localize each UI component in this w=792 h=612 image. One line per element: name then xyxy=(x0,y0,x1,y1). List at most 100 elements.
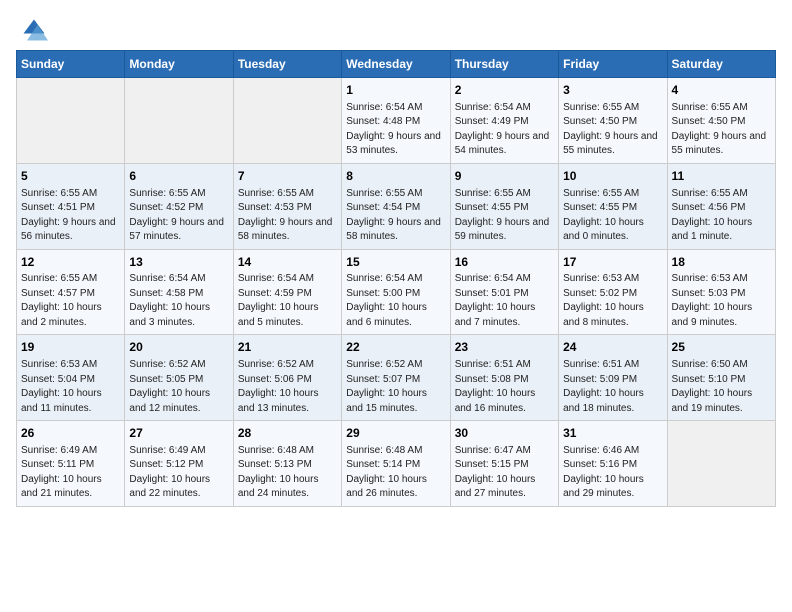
day-number: 22 xyxy=(346,339,445,356)
day-number: 24 xyxy=(563,339,662,356)
cell-content: Sunrise: 6:48 AM Sunset: 5:13 PM Dayligh… xyxy=(238,444,337,502)
cell-content: Sunrise: 6:48 AM Sunset: 5:14 PM Dayligh… xyxy=(346,444,445,502)
cell-content: Sunrise: 6:53 AM Sunset: 5:03 PM Dayligh… xyxy=(672,272,771,330)
cell-content: Sunrise: 6:49 AM Sunset: 5:12 PM Dayligh… xyxy=(129,444,228,502)
calendar-cell: 29 Sunrise: 6:48 AM Sunset: 5:14 PM Dayli… xyxy=(342,421,450,507)
page-header xyxy=(16,16,776,38)
cell-content: Sunrise: 6:54 AM Sunset: 4:48 PM Dayligh… xyxy=(346,101,445,159)
day-of-week-header: Wednesday xyxy=(342,51,450,78)
calendar-cell: 19 Sunrise: 6:53 AM Sunset: 5:04 PM Dayli… xyxy=(17,335,125,421)
calendar-cell: 3 Sunrise: 6:55 AM Sunset: 4:50 PM Daylig… xyxy=(559,78,667,164)
day-number: 17 xyxy=(563,254,662,271)
day-number: 25 xyxy=(672,339,771,356)
calendar-cell: 17Sunrise: 6:53 AM Sunset: 5:02 PM Dayli… xyxy=(559,249,667,335)
calendar-cell: 27Sunrise: 6:49 AM Sunset: 5:12 PM Dayli… xyxy=(125,421,233,507)
calendar-cell: 13Sunrise: 6:54 AM Sunset: 4:58 PM Dayli… xyxy=(125,249,233,335)
day-number: 4 xyxy=(672,82,771,99)
cell-content: Sunrise: 6:54 AM Sunset: 5:01 PM Dayligh… xyxy=(455,272,554,330)
cell-content: Sunrise: 6:47 AM Sunset: 5:15 PM Dayligh… xyxy=(455,444,554,502)
day-number: 21 xyxy=(238,339,337,356)
calendar-cell: 21 Sunrise: 6:52 AM Sunset: 5:06 PM Dayli… xyxy=(233,335,341,421)
day-number: 20 xyxy=(129,339,228,356)
calendar-cell: 11 Sunrise: 6:55 AM Sunset: 4:56 PM Dayli… xyxy=(667,163,775,249)
cell-content: Sunrise: 6:55 AM Sunset: 4:57 PM Dayligh… xyxy=(21,272,120,330)
day-number: 7 xyxy=(238,168,337,185)
cell-content: Sunrise: 6:55 AM Sunset: 4:56 PM Dayligh… xyxy=(672,187,771,245)
day-number: 5 xyxy=(21,168,120,185)
cell-content: Sunrise: 6:53 AM Sunset: 5:02 PM Dayligh… xyxy=(563,272,662,330)
cell-content: Sunrise: 6:46 AM Sunset: 5:16 PM Dayligh… xyxy=(563,444,662,502)
calendar-cell: 12Sunrise: 6:55 AM Sunset: 4:57 PM Dayli… xyxy=(17,249,125,335)
calendar-cell: 1 Sunrise: 6:54 AM Sunset: 4:48 PM Daylig… xyxy=(342,78,450,164)
day-number: 15 xyxy=(346,254,445,271)
calendar-cell: 28 Sunrise: 6:48 AM Sunset: 5:13 PM Dayli… xyxy=(233,421,341,507)
calendar-cell: 20Sunrise: 6:52 AM Sunset: 5:05 PM Dayli… xyxy=(125,335,233,421)
cell-content: Sunrise: 6:51 AM Sunset: 5:09 PM Dayligh… xyxy=(563,358,662,416)
cell-content: Sunrise: 6:51 AM Sunset: 5:08 PM Dayligh… xyxy=(455,358,554,416)
day-number: 28 xyxy=(238,425,337,442)
calendar-cell xyxy=(17,78,125,164)
cell-content: Sunrise: 6:54 AM Sunset: 4:59 PM Dayligh… xyxy=(238,272,337,330)
day-number: 30 xyxy=(455,425,554,442)
day-number: 2 xyxy=(455,82,554,99)
calendar-cell: 8 Sunrise: 6:55 AM Sunset: 4:54 PM Daylig… xyxy=(342,163,450,249)
calendar-cell: 5 Sunrise: 6:55 AM Sunset: 4:51 PM Daylig… xyxy=(17,163,125,249)
cell-content: Sunrise: 6:55 AM Sunset: 4:50 PM Dayligh… xyxy=(563,101,662,159)
cell-content: Sunrise: 6:54 AM Sunset: 5:00 PM Dayligh… xyxy=(346,272,445,330)
logo-icon xyxy=(20,16,48,44)
cell-content: Sunrise: 6:55 AM Sunset: 4:53 PM Dayligh… xyxy=(238,187,337,245)
calendar-cell xyxy=(125,78,233,164)
cell-content: Sunrise: 6:54 AM Sunset: 4:49 PM Dayligh… xyxy=(455,101,554,159)
day-number: 23 xyxy=(455,339,554,356)
calendar-cell: 30 Sunrise: 6:47 AM Sunset: 5:15 PM Dayli… xyxy=(450,421,558,507)
cell-content: Sunrise: 6:53 AM Sunset: 5:04 PM Dayligh… xyxy=(21,358,120,416)
day-of-week-header: Thursday xyxy=(450,51,558,78)
day-number: 14 xyxy=(238,254,337,271)
cell-content: Sunrise: 6:55 AM Sunset: 4:55 PM Dayligh… xyxy=(455,187,554,245)
calendar-cell: 24 Sunrise: 6:51 AM Sunset: 5:09 PM Dayli… xyxy=(559,335,667,421)
cell-content: Sunrise: 6:55 AM Sunset: 4:50 PM Dayligh… xyxy=(672,101,771,159)
logo xyxy=(16,16,48,38)
day-number: 26 xyxy=(21,425,120,442)
day-of-week-header: Friday xyxy=(559,51,667,78)
calendar-table: SundayMondayTuesdayWednesdayThursdayFrid… xyxy=(16,50,776,507)
day-of-week-header: Tuesday xyxy=(233,51,341,78)
calendar-cell: 7 Sunrise: 6:55 AM Sunset: 4:53 PM Daylig… xyxy=(233,163,341,249)
calendar-cell: 4 Sunrise: 6:55 AM Sunset: 4:50 PM Daylig… xyxy=(667,78,775,164)
cell-content: Sunrise: 6:55 AM Sunset: 4:52 PM Dayligh… xyxy=(129,187,228,245)
calendar-cell: 25 Sunrise: 6:50 AM Sunset: 5:10 PM Dayli… xyxy=(667,335,775,421)
day-number: 16 xyxy=(455,254,554,271)
day-number: 12 xyxy=(21,254,120,271)
calendar-cell: 23 Sunrise: 6:51 AM Sunset: 5:08 PM Dayli… xyxy=(450,335,558,421)
calendar-cell: 10 Sunrise: 6:55 AM Sunset: 4:55 PM Dayli… xyxy=(559,163,667,249)
day-of-week-header: Sunday xyxy=(17,51,125,78)
day-number: 10 xyxy=(563,168,662,185)
calendar-cell: 14Sunrise: 6:54 AM Sunset: 4:59 PM Dayli… xyxy=(233,249,341,335)
cell-content: Sunrise: 6:52 AM Sunset: 5:06 PM Dayligh… xyxy=(238,358,337,416)
day-number: 11 xyxy=(672,168,771,185)
day-number: 1 xyxy=(346,82,445,99)
cell-content: Sunrise: 6:55 AM Sunset: 4:55 PM Dayligh… xyxy=(563,187,662,245)
day-of-week-header: Saturday xyxy=(667,51,775,78)
day-number: 13 xyxy=(129,254,228,271)
calendar-cell xyxy=(667,421,775,507)
day-number: 3 xyxy=(563,82,662,99)
day-number: 8 xyxy=(346,168,445,185)
calendar-cell: 16Sunrise: 6:54 AM Sunset: 5:01 PM Dayli… xyxy=(450,249,558,335)
calendar-cell: 26Sunrise: 6:49 AM Sunset: 5:11 PM Dayli… xyxy=(17,421,125,507)
day-number: 9 xyxy=(455,168,554,185)
cell-content: Sunrise: 6:55 AM Sunset: 4:54 PM Dayligh… xyxy=(346,187,445,245)
calendar-cell: 2 Sunrise: 6:54 AM Sunset: 4:49 PM Daylig… xyxy=(450,78,558,164)
cell-content: Sunrise: 6:55 AM Sunset: 4:51 PM Dayligh… xyxy=(21,187,120,245)
day-number: 6 xyxy=(129,168,228,185)
day-number: 31 xyxy=(563,425,662,442)
cell-content: Sunrise: 6:52 AM Sunset: 5:07 PM Dayligh… xyxy=(346,358,445,416)
cell-content: Sunrise: 6:54 AM Sunset: 4:58 PM Dayligh… xyxy=(129,272,228,330)
cell-content: Sunrise: 6:50 AM Sunset: 5:10 PM Dayligh… xyxy=(672,358,771,416)
day-number: 18 xyxy=(672,254,771,271)
calendar-cell: 18Sunrise: 6:53 AM Sunset: 5:03 PM Dayli… xyxy=(667,249,775,335)
day-number: 19 xyxy=(21,339,120,356)
calendar-cell: 31 Sunrise: 6:46 AM Sunset: 5:16 PM Dayli… xyxy=(559,421,667,507)
day-number: 29 xyxy=(346,425,445,442)
calendar-cell xyxy=(233,78,341,164)
